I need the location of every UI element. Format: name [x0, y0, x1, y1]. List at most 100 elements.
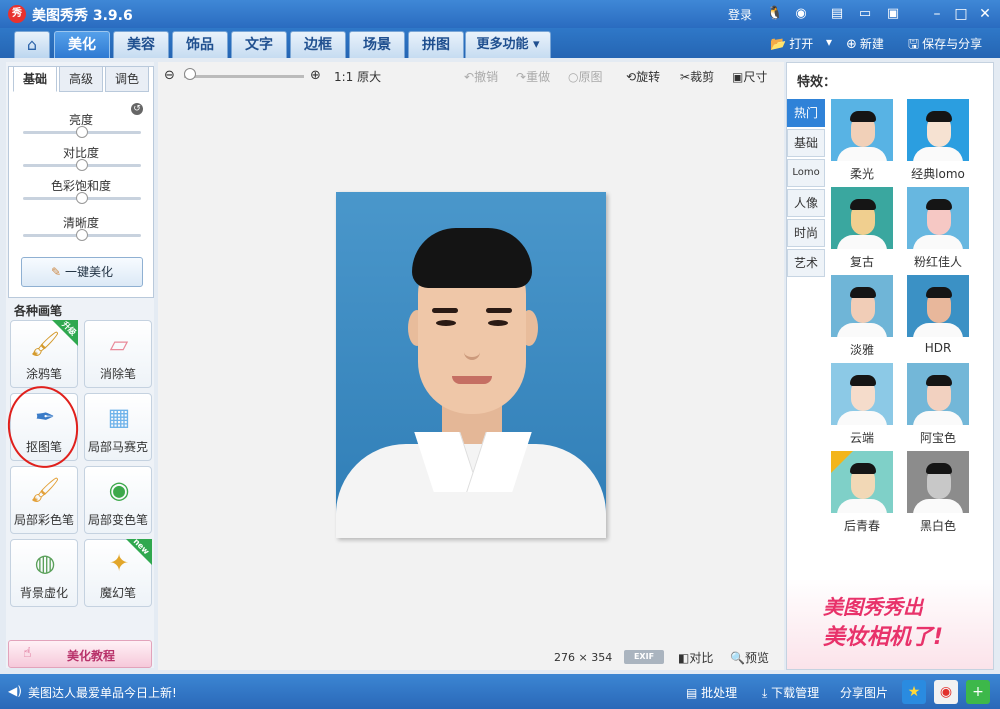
zoom-slider[interactable] — [184, 75, 304, 78]
qq-icon[interactable]: 🐧 — [766, 5, 784, 23]
magic-brush-button[interactable]: ✦ 魔幻笔 new — [84, 537, 152, 607]
resize-button[interactable]: ▣尺寸 — [732, 68, 767, 85]
folder-icon: 📂 — [770, 37, 787, 52]
weibo-icon[interactable]: ◉ — [934, 680, 958, 704]
hand-icon: ☝ — [23, 645, 32, 661]
brushes-title: 各种画笔 — [14, 304, 63, 318]
beautify-tutorial-button[interactable]: ☝ 美化教程 — [8, 640, 152, 668]
add-icon[interactable]: + — [966, 680, 990, 704]
crop-button[interactable]: ✂裁剪 — [680, 68, 714, 85]
background-blur-button[interactable]: ◍ 背景虚化 — [10, 539, 78, 607]
preview-button[interactable]: 🔍预览 — [730, 649, 769, 666]
open-button[interactable]: 📂 打开 — [770, 35, 813, 52]
original-size-button[interactable]: 1:1 原大 — [334, 68, 381, 85]
zoom-in-icon[interactable]: ⊕ — [310, 68, 321, 83]
local-color-brush-button[interactable]: 🖌 局部彩色笔 — [10, 466, 78, 534]
effect-label: 淡雅 — [849, 343, 874, 357]
category-portrait[interactable]: 人像 — [787, 189, 825, 217]
subtab-color[interactable]: 调色 — [105, 66, 149, 92]
effect-thumb[interactable] — [831, 451, 893, 513]
category-fashion[interactable]: 时尚 — [787, 219, 825, 247]
home-icon[interactable]: ⌂ — [14, 31, 50, 58]
brightness-knob[interactable] — [76, 126, 88, 138]
zoom-out-icon[interactable]: ⊖ — [164, 68, 175, 83]
zoom-knob[interactable] — [184, 68, 196, 80]
contrast-slider[interactable] — [23, 159, 141, 171]
portrait-photo[interactable] — [336, 192, 606, 538]
promo-banner[interactable]: 美图秀秀出 美妆相机了! — [787, 579, 993, 669]
sharpness-slider[interactable] — [23, 229, 141, 241]
skin-icon[interactable]: ▤ — [828, 5, 846, 23]
color-change-brush-button[interactable]: ◉ 局部变色笔 — [84, 466, 152, 534]
effect-label: 后青春 — [843, 519, 880, 533]
saturation-slider[interactable] — [23, 192, 141, 204]
brightness-slider[interactable] — [23, 126, 141, 138]
original-icon: ○ — [568, 70, 579, 84]
feedback-icon[interactable]: ▭ — [856, 5, 874, 23]
tab-accessories[interactable]: 饰品 — [172, 31, 228, 58]
effects-title: 特效： — [797, 75, 837, 90]
thumb-shirt — [913, 499, 963, 513]
category-art[interactable]: 艺术 — [787, 249, 825, 277]
tab-scene[interactable]: 场景 — [349, 31, 405, 58]
compare-button[interactable]: ◧对比 — [678, 649, 713, 666]
tab-beauty[interactable]: 美容 — [113, 31, 169, 58]
batch-button[interactable]: ▤ 批处理 — [686, 684, 737, 701]
effect-thumb[interactable] — [907, 187, 969, 249]
tab-beautify[interactable]: 美化 — [54, 31, 110, 58]
minimize-icon[interactable]: – — [926, 4, 948, 24]
photo-nose — [464, 332, 480, 360]
doodle-brush-button[interactable]: 🖌 涂鸦笔 升级 — [10, 320, 78, 388]
plus-icon: ⊕ — [846, 37, 857, 52]
effect-thumb[interactable] — [831, 187, 893, 249]
one-click-beautify-button[interactable]: ✎ 一键美化 — [21, 257, 143, 287]
original-button[interactable]: ○原图 — [568, 68, 603, 85]
more-features-tab[interactable]: 更多功能 ▾ — [465, 31, 551, 58]
photo-hair — [412, 228, 532, 288]
subtab-advanced[interactable]: 高级 — [59, 66, 103, 92]
star-icon[interactable]: ★ — [902, 680, 926, 704]
magic-wand-icon: ✎ — [51, 265, 62, 279]
undo-button[interactable]: ↶撤销 — [464, 68, 498, 85]
rotate-icon: ⟲ — [626, 70, 637, 84]
weibo-icon[interactable]: ◉ — [792, 5, 810, 23]
login-link[interactable]: 登录 — [728, 6, 752, 23]
redo-icon: ↷ — [516, 70, 527, 84]
saturation-knob[interactable] — [76, 192, 88, 204]
maximize-icon[interactable]: □ — [950, 4, 972, 24]
thumb-shirt — [837, 499, 887, 513]
category-hot[interactable]: 热门 — [787, 99, 825, 127]
menu-icon[interactable]: ▣ — [884, 5, 902, 23]
image-size-readout: 276 × 354 — [554, 651, 613, 664]
effect-thumb[interactable] — [907, 363, 969, 425]
save-share-button[interactable]: 🖫 保存与分享 — [908, 35, 982, 57]
news-link[interactable]: 美图达人最爱单品今日上新! — [28, 684, 177, 701]
redo-button[interactable]: ↷重做 — [516, 68, 550, 85]
category-lomo[interactable]: Lomo — [787, 159, 825, 187]
eraser-brush-button[interactable]: ▱ 消除笔 — [84, 320, 152, 388]
subtab-basic[interactable]: 基础 — [13, 66, 57, 92]
thumb-shirt — [837, 235, 887, 249]
exif-button[interactable]: EXIF — [624, 650, 664, 664]
effect-thumb[interactable] — [831, 363, 893, 425]
effect-label: 阿宝色 — [919, 431, 956, 445]
effect-thumb[interactable] — [831, 275, 893, 337]
contrast-knob[interactable] — [76, 159, 88, 171]
effect-thumb[interactable] — [831, 99, 893, 161]
blur-icon: ◍ — [34, 549, 56, 577]
tab-frame[interactable]: 边框 — [290, 31, 346, 58]
sharpness-knob[interactable] — [76, 229, 88, 241]
rotate-button[interactable]: ⟲旋转 — [626, 68, 660, 85]
category-basic[interactable]: 基础 — [787, 129, 825, 157]
effect-thumb[interactable] — [907, 451, 969, 513]
share-image-button[interactable]: 分享图片 — [840, 684, 888, 701]
tab-collage[interactable]: 拼图 — [408, 31, 464, 58]
open-dropdown[interactable]: ▾ — [826, 35, 832, 49]
effect-thumb[interactable] — [907, 275, 969, 337]
mosaic-brush-button[interactable]: ▦ 局部马赛克 — [84, 393, 152, 461]
new-button[interactable]: ⊕ 新建 — [846, 35, 884, 52]
download-manager-button[interactable]: ⤓ 下载管理 — [762, 684, 819, 701]
tab-text[interactable]: 文字 — [231, 31, 287, 58]
close-icon[interactable]: ✕ — [974, 4, 996, 24]
effect-thumb[interactable] — [907, 99, 969, 161]
